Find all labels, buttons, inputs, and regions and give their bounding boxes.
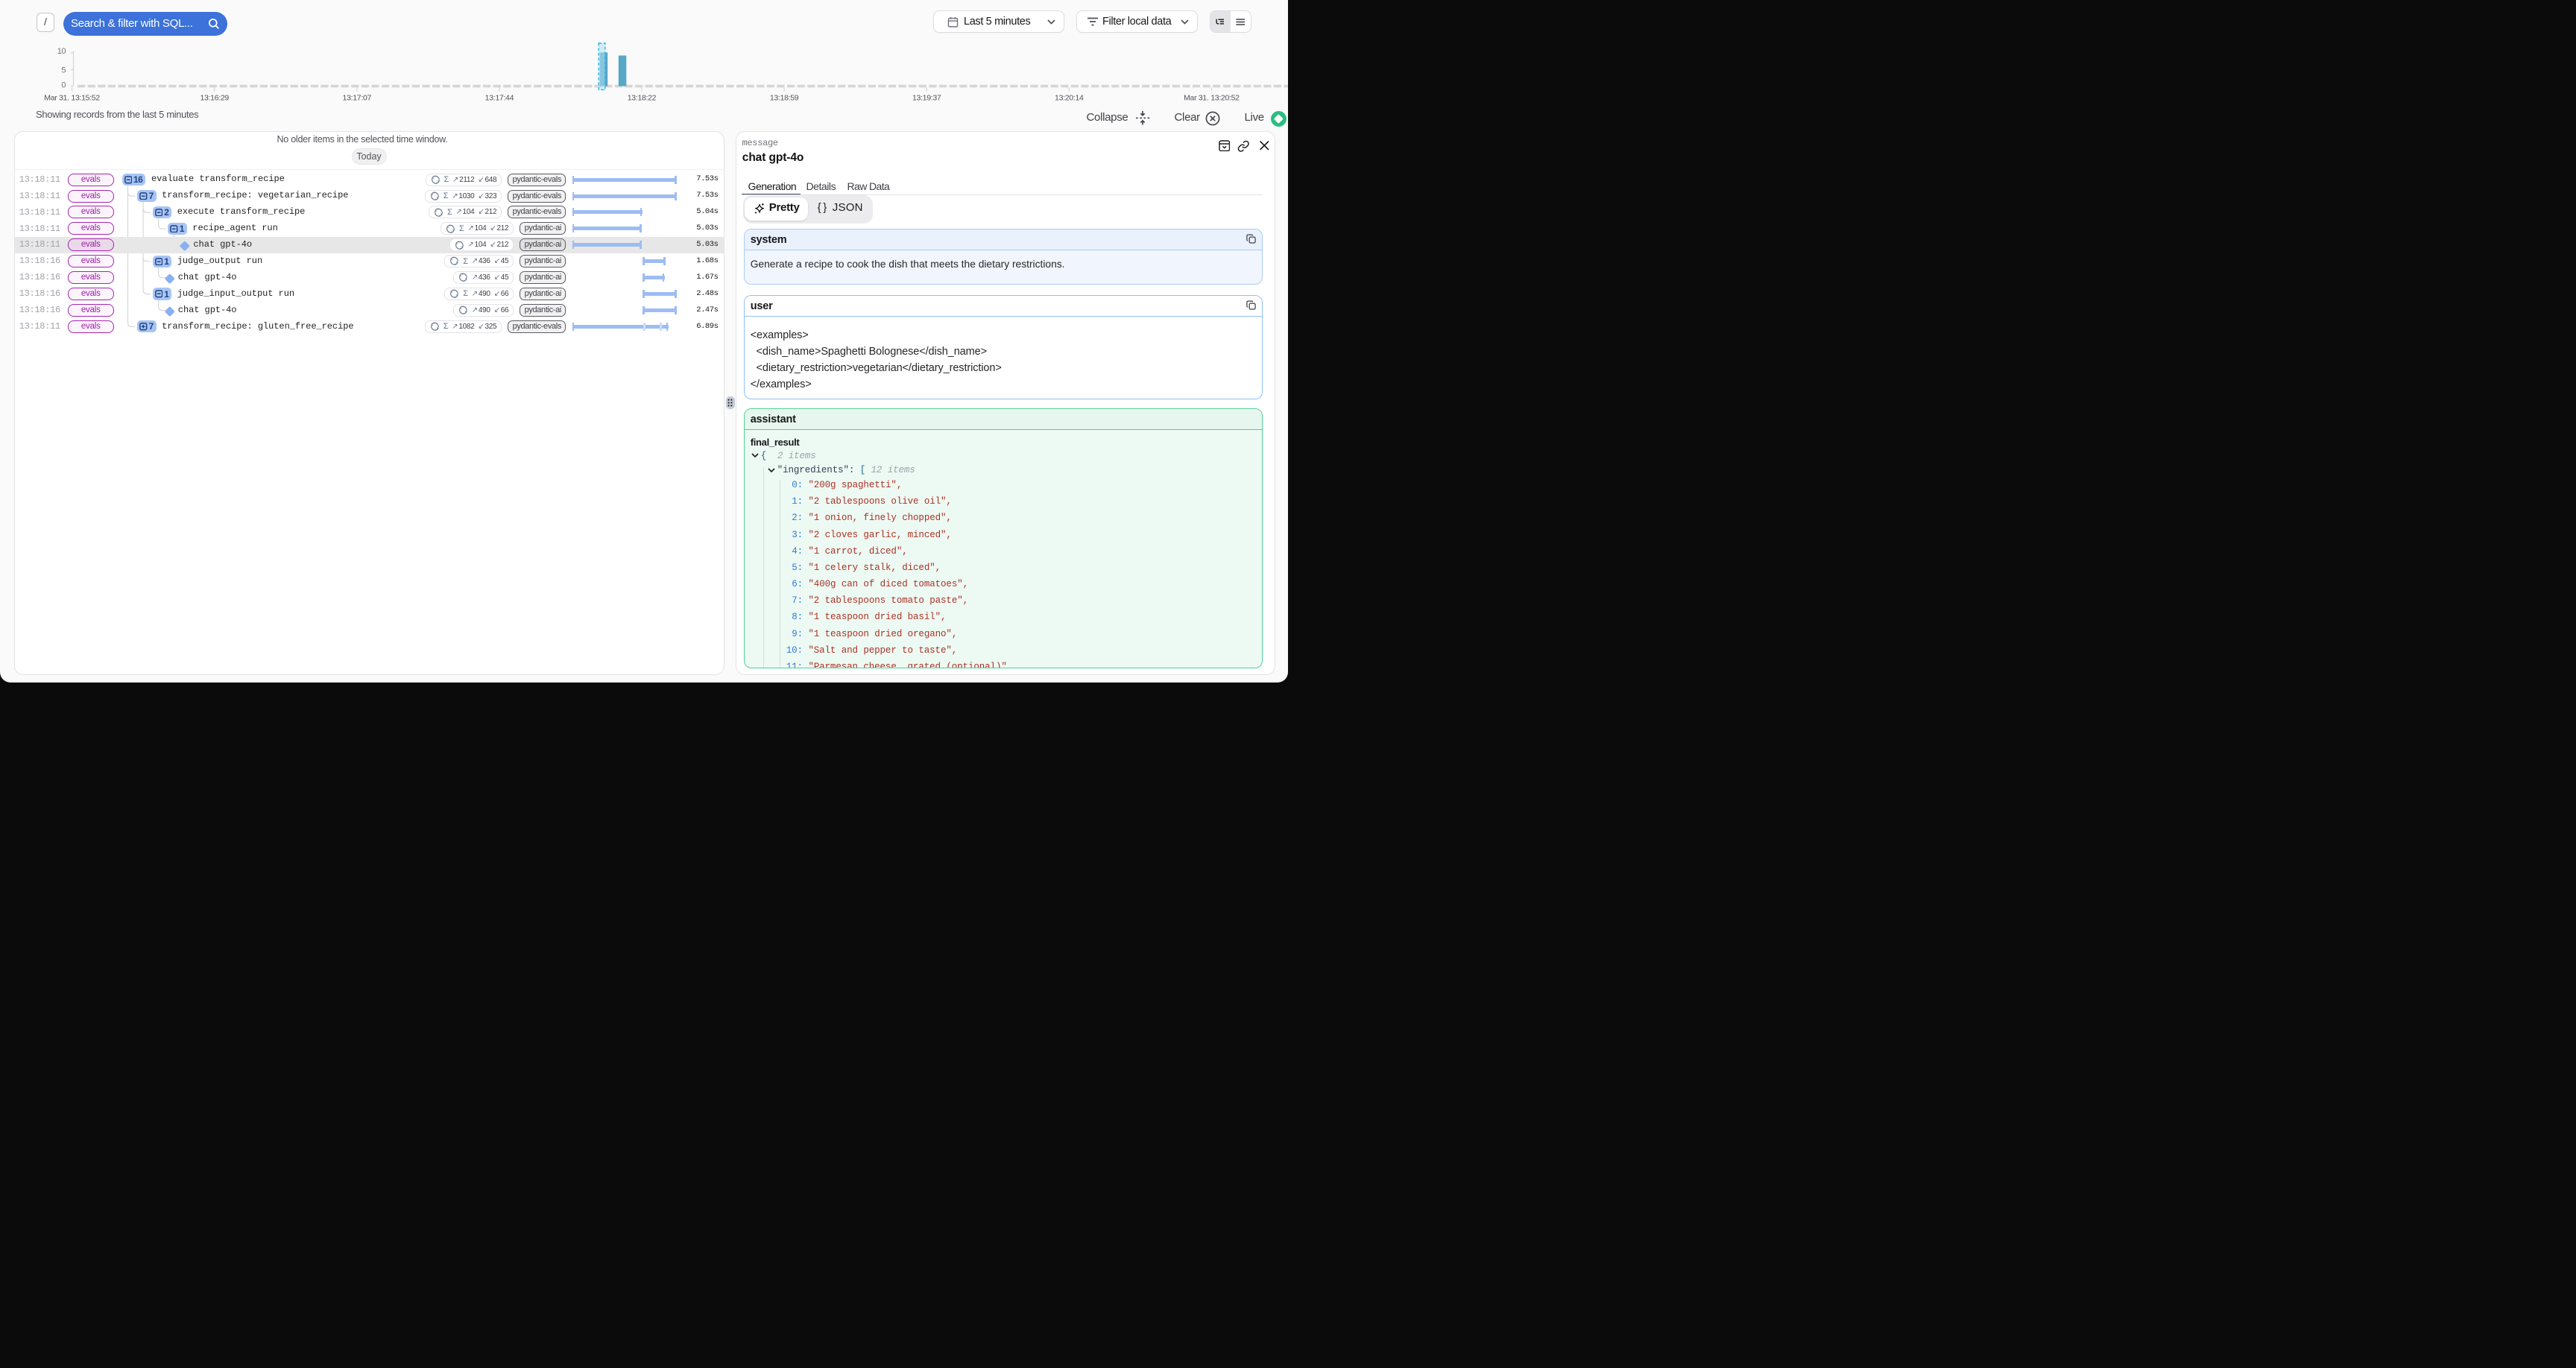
svg-text:13:20:14: 13:20:14 [1055,94,1084,103]
svg-text:13:18:22: 13:18:22 [628,94,657,103]
svg-text:Mar 31. 13:20:52: Mar 31. 13:20:52 [1184,94,1240,103]
svg-text:13:17:44: 13:17:44 [485,94,514,103]
svg-text:Mar 31. 13:15:52: Mar 31. 13:15:52 [44,94,100,103]
svg-text:13:18:59: 13:18:59 [770,94,799,103]
svg-text:5: 5 [61,66,66,75]
svg-text:0: 0 [61,81,66,90]
svg-text:10: 10 [57,47,66,56]
svg-text:13:19:37: 13:19:37 [912,94,941,103]
svg-text:13:16:29: 13:16:29 [200,94,229,103]
svg-text:13:17:07: 13:17:07 [343,94,372,103]
